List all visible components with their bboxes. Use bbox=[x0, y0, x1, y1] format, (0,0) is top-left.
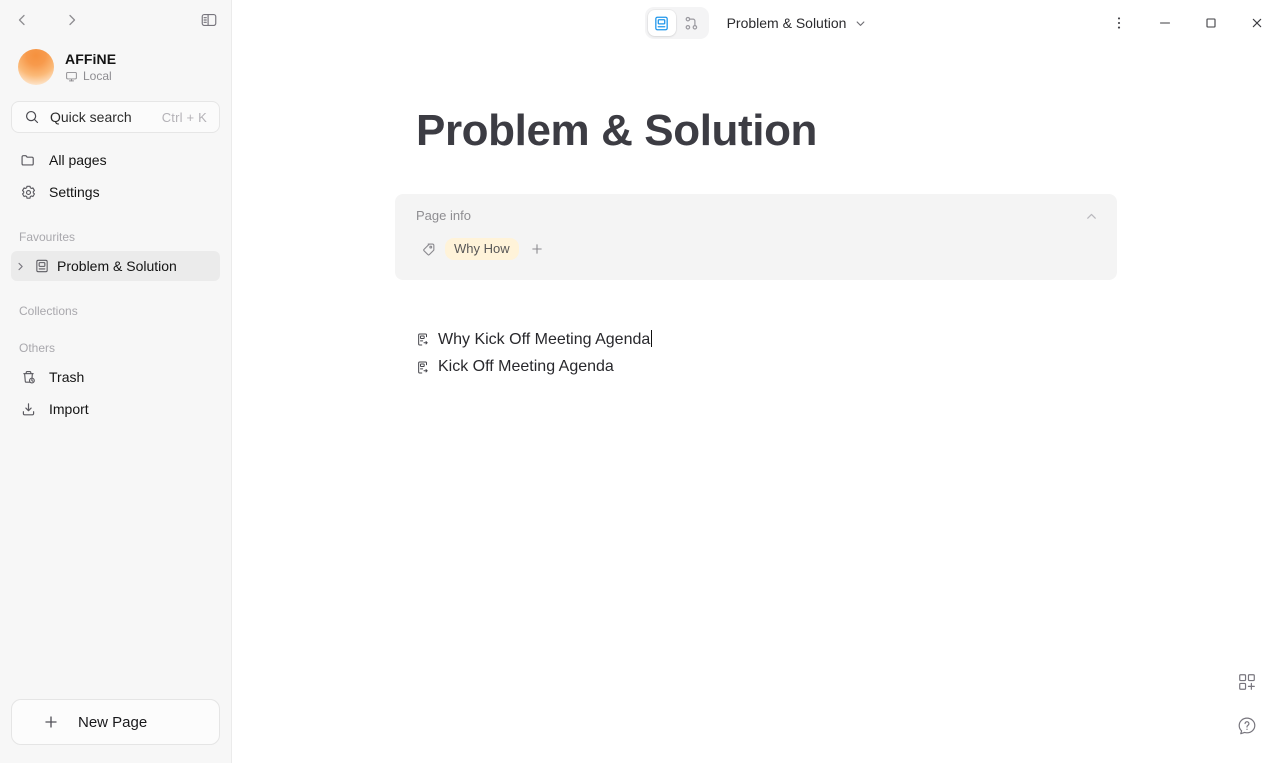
search-label: Quick search bbox=[50, 109, 132, 125]
linked-doc-block[interactable]: Why Kick Off Meeting Agenda bbox=[416, 325, 1117, 353]
section-label-others: Others bbox=[19, 341, 56, 355]
new-page-label: New Page bbox=[78, 713, 148, 731]
more-vertical-icon[interactable] bbox=[1096, 0, 1142, 46]
window-controls bbox=[1096, 0, 1280, 46]
workspace-name: AFFiNE bbox=[65, 50, 117, 67]
avatar bbox=[18, 49, 54, 85]
minimize-icon[interactable] bbox=[1142, 0, 1188, 46]
search-icon bbox=[24, 109, 40, 125]
help-icon[interactable] bbox=[1234, 713, 1260, 739]
new-page-button[interactable]: New Page bbox=[11, 699, 220, 745]
add-widget-icon[interactable] bbox=[1234, 669, 1260, 695]
sidebar-nav-list: All pages Settings bbox=[0, 145, 231, 207]
search-shortcut: Ctrl + K bbox=[161, 109, 207, 125]
sidebar-item-label: Problem & Solution bbox=[57, 258, 177, 274]
linked-doc-block[interactable]: Kick Off Meeting Agenda bbox=[416, 353, 1117, 381]
edgeless-mode-icon[interactable] bbox=[678, 10, 706, 36]
sidebar-toggle-icon[interactable] bbox=[195, 8, 223, 32]
chevron-right-icon[interactable] bbox=[13, 261, 27, 272]
sidebar-item-label: All pages bbox=[49, 152, 107, 168]
others-list: Trash Import bbox=[0, 362, 231, 424]
page-mode-icon[interactable] bbox=[647, 10, 676, 36]
plus-icon bbox=[42, 713, 60, 731]
sidebar-item-label: Settings bbox=[49, 184, 100, 200]
document-scroll-area: Problem & Solution Page info Why How Why… bbox=[232, 46, 1280, 763]
sidebar-item-import[interactable]: Import bbox=[11, 394, 220, 424]
page-icon bbox=[34, 258, 50, 274]
workspace-text: AFFiNE Local bbox=[65, 51, 116, 84]
main-area: Problem & Solution Problem & Solution Pa… bbox=[232, 0, 1280, 763]
desktop-icon bbox=[65, 70, 78, 83]
close-icon[interactable] bbox=[1234, 0, 1280, 46]
linked-page-icon bbox=[416, 360, 431, 375]
chevron-up-icon[interactable] bbox=[1084, 208, 1099, 224]
nav-forward-button[interactable] bbox=[58, 8, 86, 32]
document-body: Why Kick Off Meeting Agenda Kick Off Mee… bbox=[395, 325, 1117, 381]
sidebar-item-settings[interactable]: Settings bbox=[11, 177, 220, 207]
mode-switch bbox=[644, 7, 709, 39]
app-root: AFFiNE Local Quick search Ctrl + K All p… bbox=[0, 0, 1280, 763]
import-icon bbox=[19, 401, 37, 418]
section-label-favourites: Favourites bbox=[19, 230, 76, 244]
sidebar-item-label: Import bbox=[49, 401, 89, 417]
page-info-panel: Page info Why How bbox=[395, 194, 1117, 280]
add-tag-button[interactable] bbox=[528, 242, 544, 256]
gear-icon bbox=[19, 184, 37, 201]
workspace-sublabel-text: Local bbox=[83, 68, 112, 83]
trash-icon bbox=[19, 369, 37, 386]
section-label-collections: Collections bbox=[19, 304, 78, 318]
titlebar: Problem & Solution bbox=[232, 0, 1280, 46]
document-container: Problem & Solution Page info Why How Why… bbox=[395, 46, 1117, 381]
linked-doc-label: Why Kick Off Meeting Agenda bbox=[438, 329, 653, 349]
doc-title-text: Problem & Solution bbox=[726, 14, 847, 31]
folder-icon bbox=[19, 152, 37, 169]
tag-icon bbox=[421, 242, 436, 257]
tag-row: Why How bbox=[416, 238, 1099, 260]
nav-back-button[interactable] bbox=[8, 8, 36, 32]
maximize-icon[interactable] bbox=[1188, 0, 1234, 46]
linked-page-icon bbox=[416, 332, 431, 347]
sidebar-footer: New Page bbox=[0, 699, 231, 763]
tag-chip[interactable]: Why How bbox=[445, 238, 519, 260]
page-title[interactable]: Problem & Solution bbox=[395, 104, 1117, 158]
page-info-header: Page info bbox=[416, 208, 1099, 224]
favourites-tree: Problem & Solution bbox=[0, 251, 231, 281]
sidebar-item-label: Trash bbox=[49, 369, 85, 385]
linked-doc-text: Why Kick Off Meeting Agenda bbox=[438, 330, 651, 348]
sidebar: AFFiNE Local Quick search Ctrl + K All p… bbox=[0, 0, 232, 763]
chevron-down-icon[interactable] bbox=[854, 17, 867, 30]
corner-tools bbox=[1234, 669, 1260, 739]
search-input[interactable]: Quick search Ctrl + K bbox=[11, 101, 220, 133]
doc-title-selector[interactable]: Problem & Solution bbox=[727, 15, 868, 32]
sidebar-item-problem-and-solution[interactable]: Problem & Solution bbox=[11, 251, 220, 281]
workspace-selector[interactable]: AFFiNE Local bbox=[8, 44, 223, 90]
page-info-label: Page info bbox=[416, 208, 471, 223]
linked-doc-label: Kick Off Meeting Agenda bbox=[438, 358, 614, 375]
sidebar-item-all-pages[interactable]: All pages bbox=[11, 145, 220, 175]
sidebar-item-trash[interactable]: Trash bbox=[11, 362, 220, 392]
workspace-sublabel: Local bbox=[65, 69, 116, 84]
sidebar-topbar bbox=[0, 4, 231, 36]
text-cursor bbox=[651, 329, 653, 347]
